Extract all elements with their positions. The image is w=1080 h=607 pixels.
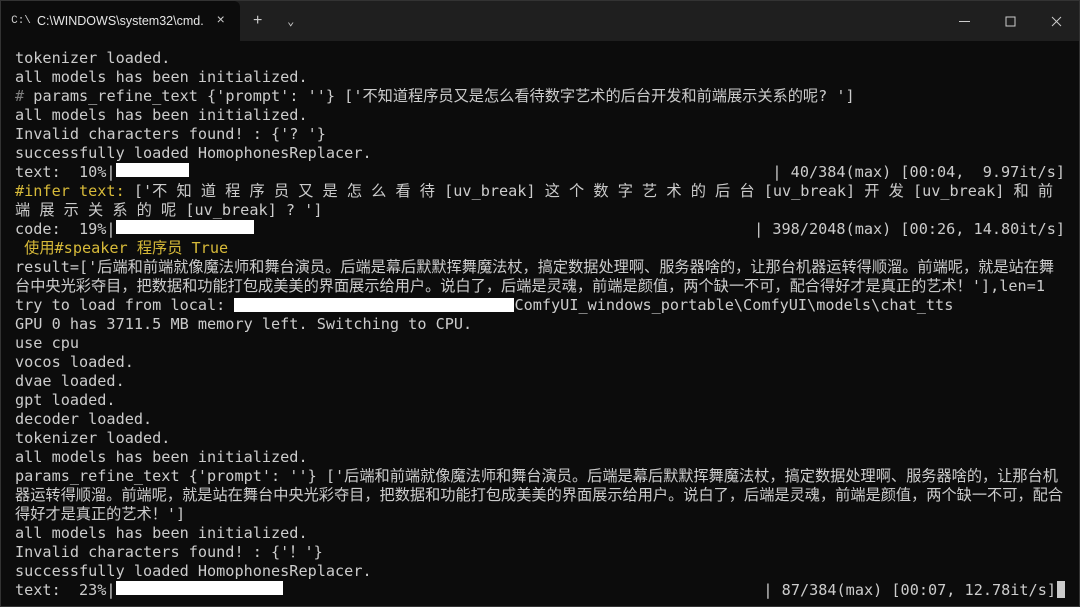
output-line: GPU 0 has 3711.5 MB memory left. Switchi… xyxy=(15,315,1065,334)
output-line: successfully loaded HomophonesReplacer. xyxy=(15,562,1065,581)
output-line: try to load from local: ComfyUI_windows_… xyxy=(15,296,1065,315)
output-line: gpt loaded. xyxy=(15,391,1065,410)
minimize-button[interactable] xyxy=(941,1,987,41)
cursor xyxy=(1057,581,1065,598)
output-line: #infer text: ['不 知 道 程 序 员 又 是 怎 么 看 待 [… xyxy=(15,182,1065,220)
maximize-button[interactable] xyxy=(987,1,1033,41)
output-line: Invalid characters found! : {'? '} xyxy=(15,125,1065,144)
cmd-icon: C:\ xyxy=(13,13,29,29)
output-line: all models has been initialized. xyxy=(15,524,1065,543)
infer-label: #infer text: xyxy=(15,182,125,200)
tab-title: C:\WINDOWS\system32\cmd. xyxy=(37,14,204,28)
progress-bar-fill xyxy=(116,581,284,595)
output-line: result=['后端和前端就像魔法师和舞台演员。后端是幕后默默挥舞魔法杖，搞定… xyxy=(15,258,1065,296)
progress-code: code: 19%|| 398/2048(max) [00:26, 14.80i… xyxy=(15,220,1065,239)
progress-bar-fill xyxy=(116,220,255,234)
output-line: # params_refine_text {'prompt': ''} ['不知… xyxy=(15,87,1065,106)
tab-dropdown-button[interactable]: ⌄ xyxy=(276,1,306,41)
titlebar[interactable]: C:\ C:\WINDOWS\system32\cmd. × + ⌄ xyxy=(1,1,1079,41)
progress-text: text: 23%|| 87/384(max) [00:07, 12.78it/… xyxy=(15,581,1065,600)
comment-hash: # xyxy=(15,87,33,105)
output-line: all models has been initialized. xyxy=(15,106,1065,125)
output-line: all models has been initialized. xyxy=(15,448,1065,467)
output-line: dvae loaded. xyxy=(15,372,1065,391)
speaker-line: 使用#speaker 程序员 True xyxy=(15,239,1065,258)
progress-text: text: 10%|| 40/384(max) [00:04, 9.97it/s… xyxy=(15,163,1065,182)
output-line: all models has been initialized. xyxy=(15,68,1065,87)
output-line: vocos loaded. xyxy=(15,353,1065,372)
output-line: decoder loaded. xyxy=(15,410,1065,429)
output-line: tokenizer loaded. xyxy=(15,429,1065,448)
output-line: tokenizer loaded. xyxy=(15,49,1065,68)
tab-close-button[interactable]: × xyxy=(212,12,230,30)
close-button[interactable] xyxy=(1033,1,1079,41)
output-line: successfully loaded HomophonesReplacer. xyxy=(15,144,1065,163)
new-tab-button[interactable]: + xyxy=(240,1,276,41)
terminal-output[interactable]: tokenizer loaded. all models has been in… xyxy=(1,41,1079,606)
output-line: use cpu xyxy=(15,334,1065,353)
titlebar-drag-area[interactable] xyxy=(306,1,941,41)
tab-active[interactable]: C:\ C:\WINDOWS\system32\cmd. × xyxy=(1,1,240,41)
progress-bar-fill xyxy=(116,163,189,177)
redacted-path xyxy=(234,298,514,312)
terminal-window: C:\ C:\WINDOWS\system32\cmd. × + ⌄ token… xyxy=(0,0,1080,607)
output-line: params_refine_text {'prompt': ''} ['后端和前… xyxy=(15,467,1065,524)
output-line: Invalid characters found! : {'！'} xyxy=(15,543,1065,562)
